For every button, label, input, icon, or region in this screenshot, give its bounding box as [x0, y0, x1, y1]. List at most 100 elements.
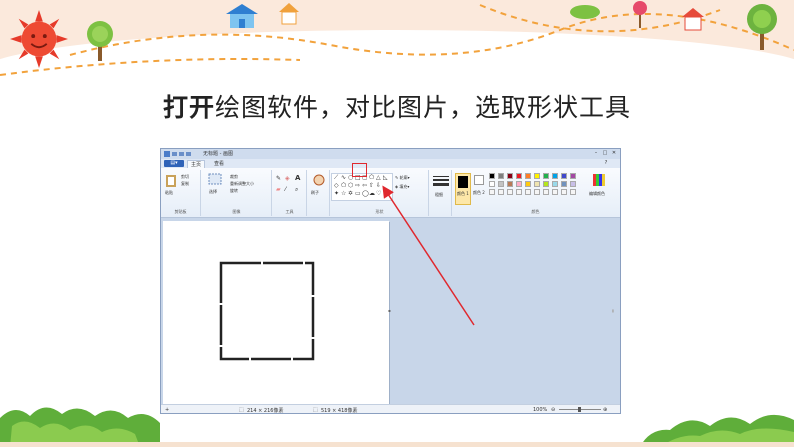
slide: 打开绘图软件，对比图片，选取形状工具 无标题 - 画图 – □ ✕ ▤▾ 主页 … [0, 0, 794, 447]
oval-callout-shape-icon[interactable]: ◯ [362, 190, 369, 197]
custom-color-slot[interactable] [516, 189, 522, 195]
color2-swatch[interactable] [474, 175, 484, 185]
edit-colors-button[interactable]: 编辑颜色 [589, 191, 605, 197]
size-button[interactable]: 粗细 [435, 192, 443, 198]
hexagon-shape-icon[interactable]: ⬡ [348, 182, 353, 189]
custom-color-slot[interactable] [489, 189, 495, 195]
custom-color-slot[interactable] [543, 189, 549, 195]
scrollbar-right[interactable]: ▮ [612, 308, 614, 313]
drawing-canvas[interactable] [163, 221, 389, 404]
palette-swatch[interactable] [498, 173, 504, 179]
palette-swatch[interactable] [552, 173, 558, 179]
rotate-button[interactable]: 旋转 [230, 188, 238, 194]
triangle-shape-icon[interactable]: △ [376, 174, 381, 181]
brush-icon[interactable] [312, 174, 326, 186]
select-button[interactable]: 选择 [209, 189, 217, 195]
palette-swatch[interactable] [516, 181, 522, 187]
palette-swatch[interactable] [570, 181, 576, 187]
arrow-down-shape-icon[interactable]: ⇩ [376, 182, 381, 189]
big-tree-icon [747, 4, 777, 50]
fill-icon[interactable]: ◈ [285, 175, 290, 182]
title-bar: 无标题 - 画图 – □ ✕ [161, 149, 620, 159]
color1-selector[interactable]: 颜色 1 [455, 173, 471, 205]
arrow-right-shape-icon[interactable]: ⇨ [355, 182, 360, 189]
cut-button[interactable]: 剪切 [181, 174, 189, 180]
palette-swatch[interactable] [552, 181, 558, 187]
colors-group-label: 颜色 [531, 209, 540, 214]
color-picker-icon[interactable]: ⁄ [285, 186, 286, 193]
star5-shape-icon[interactable]: ☆ [341, 190, 346, 197]
highlight-box [352, 163, 367, 177]
tab-view[interactable]: 查看 [211, 160, 227, 168]
callout-shape-icon[interactable]: ▭ [355, 190, 361, 197]
paste-icon[interactable] [165, 173, 177, 187]
star6-shape-icon[interactable]: ✡ [348, 190, 353, 197]
tools-group: ✎ ◈ A ▰ ⁄ ⌕ 工具 [273, 170, 307, 216]
copy-button[interactable]: 复制 [181, 181, 189, 187]
tools-group-label: 工具 [285, 209, 294, 214]
lightning-shape-icon[interactable]: ϟ [383, 190, 387, 197]
minimize-button[interactable]: – [592, 150, 600, 157]
palette-swatch[interactable] [534, 173, 540, 179]
right-triangle-shape-icon[interactable]: ◺ [383, 174, 388, 181]
palette-swatch[interactable] [561, 173, 567, 179]
file-menu-button[interactable]: ▤▾ [164, 160, 184, 167]
curve-shape-icon[interactable]: ∿ [341, 174, 346, 181]
resize-button[interactable]: 重新调整大小 [230, 181, 254, 187]
arrow-up-shape-icon[interactable]: ⇧ [369, 182, 374, 189]
polygon-shape-icon[interactable]: ⬠ [369, 174, 374, 181]
custom-color-slot[interactable] [525, 189, 531, 195]
arrow-left-shape-icon[interactable]: ⇦ [362, 182, 367, 189]
pencil-icon[interactable]: ✎ [276, 175, 281, 182]
cloud-icon [570, 5, 600, 19]
select-icon[interactable] [208, 173, 222, 185]
palette-swatch[interactable] [507, 181, 513, 187]
line-shape-icon[interactable]: ⟋ [334, 174, 338, 182]
palette-swatch[interactable] [507, 173, 513, 179]
custom-color-slot[interactable] [507, 189, 513, 195]
palette-swatch[interactable] [543, 181, 549, 187]
custom-color-slot[interactable] [570, 189, 576, 195]
text-icon[interactable]: A [295, 174, 300, 182]
star4-shape-icon[interactable]: ✦ [334, 190, 339, 197]
pentagon-shape-icon[interactable]: ⬠ [341, 182, 346, 189]
magnifier-icon[interactable]: ⌕ [295, 186, 298, 194]
eraser-icon[interactable]: ▰ [276, 186, 281, 193]
heart-shape-icon[interactable]: ♡ [376, 190, 381, 197]
fill-dropdown[interactable]: ◈ 填充▾ [395, 184, 409, 190]
shapes-gallery[interactable]: ⟋ ∿ ○ □ ▢ ⬠ △ ◺ ◇ ⬠ ⬡ ⇨ ⇦ ⇧ ⇩ ✦ ☆ ✡ ▭ ◯ … [331, 173, 393, 201]
maximize-button[interactable]: □ [601, 150, 609, 157]
brush-button[interactable]: 刷子 [311, 190, 319, 196]
diamond-shape-icon[interactable]: ◇ [334, 182, 339, 189]
custom-color-slot[interactable] [498, 189, 504, 195]
paste-button[interactable]: 粘贴 [165, 190, 173, 196]
resize-handle-right[interactable]: ▪ [388, 308, 391, 313]
palette-swatch[interactable] [489, 181, 495, 187]
help-icon[interactable]: ? [602, 160, 610, 167]
custom-color-slot[interactable] [552, 189, 558, 195]
color2-label: 颜色 2 [473, 190, 485, 195]
house-right-icon [682, 8, 704, 31]
crop-button[interactable]: 裁剪 [230, 174, 238, 180]
tab-home[interactable]: 主页 [187, 160, 206, 168]
edit-colors-icon[interactable] [593, 174, 605, 186]
close-button[interactable]: ✕ [610, 150, 618, 157]
palette-swatch[interactable] [543, 173, 549, 179]
palette-swatch[interactable] [525, 173, 531, 179]
outline-dropdown[interactable]: ✎ 轮廓▾ [395, 175, 410, 181]
palette-swatch[interactable] [489, 173, 495, 179]
palette-swatch[interactable] [525, 181, 531, 187]
quick-access-toolbar[interactable] [164, 151, 198, 157]
image-group: 选择 裁剪 重新调整大小 旋转 图像 [202, 170, 272, 216]
color-palette [489, 173, 589, 203]
palette-swatch[interactable] [570, 173, 576, 179]
custom-color-slot[interactable] [561, 189, 567, 195]
line-width-icon[interactable] [433, 175, 449, 187]
slide-title-text: 绘图软件，对比图片，选取形状工具 [215, 93, 632, 122]
palette-swatch[interactable] [534, 181, 540, 187]
palette-swatch[interactable] [498, 181, 504, 187]
palette-swatch[interactable] [561, 181, 567, 187]
cloud-callout-shape-icon[interactable]: ☁ [369, 190, 375, 197]
palette-swatch[interactable] [516, 173, 522, 179]
custom-color-slot[interactable] [534, 189, 540, 195]
